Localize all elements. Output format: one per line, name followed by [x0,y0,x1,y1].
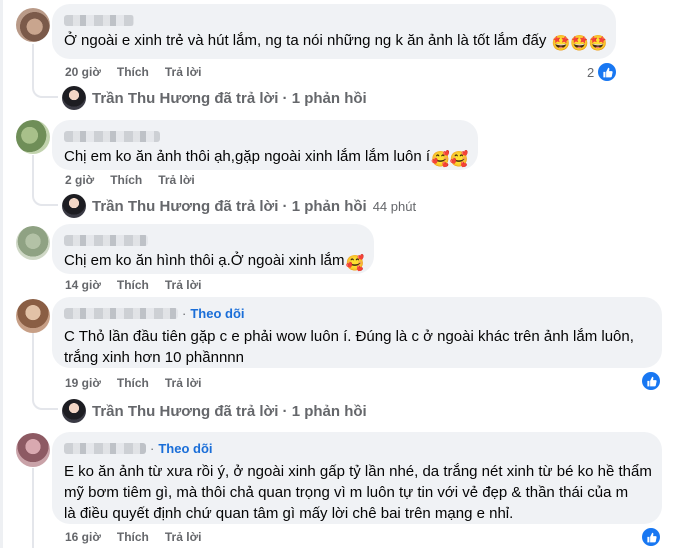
star-struck-emoji: 🤩🤩🤩 [551,35,608,52]
commenter-name[interactable] [64,442,146,454]
thread-connector [32,390,58,410]
commenter-name-row: · Theo dõi [64,305,650,321]
commenter-name[interactable] [64,307,178,319]
like-button[interactable]: Thích [117,530,149,544]
like-button[interactable]: Thích [117,65,149,79]
comment-timestamp[interactable]: 14 giờ [65,278,101,292]
reaction-count[interactable]: 2 [587,61,619,83]
reply-timestamp: 44 phút [372,198,417,214]
separator-dot: · [182,305,187,321]
reply-button[interactable]: Trả lời [165,376,202,390]
comment-timestamp[interactable]: 2 giờ [65,173,94,187]
smiling-hearts-emoji: 🥰 [345,255,365,272]
comment-bubble: Ở ngoài e xinh trẻ và hút lắm, ng ta nói… [52,4,616,59]
comment-text-line: mỹ bơm tiêm gì, mà thôi chả quan trọng v… [64,484,629,501]
reply-button[interactable]: Trả lời [158,173,195,187]
comment-text: Chị em ko ăn hình thôi ạ.Ở ngoài xinh lắ… [64,252,365,272]
separator-dot: · [150,440,155,456]
like-thumb-icon [596,61,619,83]
commenter-name[interactable] [64,12,604,28]
replier-avatar [62,194,86,218]
reply-summary: Trần Thu Hương đã trả lời · 1 phản hồi [92,402,367,420]
smiling-hearts-emoji: 🥰🥰 [431,151,469,168]
thread-line [32,468,34,548]
reply-summary: Trần Thu Hương đã trả lời · 1 phản hồi [92,89,367,107]
like-button[interactable]: Thích [117,376,149,390]
comment-actions: 20 giờ Thích Trả lời [65,64,217,80]
like-thumb-icon [640,526,662,548]
commenter-name-row: · Theo dõi [64,440,650,456]
reaction-count[interactable] [640,370,662,392]
avatar[interactable] [16,433,50,467]
comment-timestamp[interactable]: 20 giờ [65,65,101,79]
replier-avatar [62,399,86,423]
comment-timestamp[interactable]: 19 giờ [65,376,101,390]
comment-actions: 16 giờ Thích Trả lời [65,529,217,545]
comment-bubble: · Theo dõi E ko ăn ảnh từ xưa rồi ý, ở n… [52,432,662,524]
comment-actions: 2 giờ Thích Trả lời [65,172,211,188]
comment-text: C Thỏ lần đầu tiên gặp c e phải wow luôn… [64,326,650,368]
view-replies-link[interactable]: Trần Thu Hương đã trả lời · 1 phản hồi 4… [62,194,416,218]
replier-avatar [62,86,86,110]
like-button[interactable]: Thích [117,278,149,292]
thread-line [32,333,34,397]
avatar[interactable] [16,8,50,42]
avatar[interactable] [16,299,50,333]
follow-button[interactable]: Theo dõi [190,306,244,321]
comment-actions: 19 giờ Thích Trả lời [65,375,217,391]
commenter-name[interactable] [64,232,362,248]
comment-text-line: là điều quyết định chứ quan tâm gì mấy l… [64,505,514,522]
reply-summary: Trần Thu Hương đã trả lời · 1 phản hồi [92,197,367,215]
comment-actions: 14 giờ Thích Trả lời [65,277,217,293]
like-button[interactable]: Thích [110,173,142,187]
avatar[interactable] [16,226,50,260]
comment-text-line: trắng xinh hơn 10 phầnnnn [64,349,244,366]
comment-text-line: C Thỏ lần đầu tiên gặp c e phải wow luôn… [64,328,634,345]
follow-button[interactable]: Theo dõi [158,441,212,456]
like-thumb-icon [640,370,662,392]
page-edge [0,0,3,548]
comment-bubble: Chị em ko ăn ảnh thôi ạh,gặp ngoài xinh … [52,120,478,170]
reply-button[interactable]: Trả lời [165,65,202,79]
reply-button[interactable]: Trả lời [165,278,202,292]
comment-bubble: · Theo dõi C Thỏ lần đầu tiên gặp c e ph… [52,297,662,368]
avatar[interactable] [16,120,50,154]
thread-connector [32,186,58,206]
comment-text: Chị em ko ăn ảnh thôi ạh,gặp ngoài xinh … [64,148,469,168]
view-replies-link[interactable]: Trần Thu Hương đã trả lời · 1 phản hồi [62,399,367,423]
comment-text: E ko ăn ảnh từ xưa rồi ý, ở ngoài xinh g… [64,461,652,524]
reaction-count[interactable] [640,526,662,548]
view-replies-link[interactable]: Trần Thu Hương đã trả lời · 1 phản hồi [62,86,367,110]
comment-timestamp[interactable]: 16 giờ [65,530,101,544]
thread-connector [32,78,58,98]
comment-text-line: E ko ăn ảnh từ xưa rồi ý, ở ngoài xinh g… [64,463,652,480]
comment-text: Ở ngoài e xinh trẻ và hút lắm, ng ta nói… [64,32,608,52]
comment-bubble: Chị em ko ăn hình thôi ạ.Ở ngoài xinh lắ… [52,224,374,274]
commenter-name[interactable] [64,128,466,144]
reaction-count-number: 2 [587,64,595,80]
reply-button[interactable]: Trả lời [165,530,202,544]
